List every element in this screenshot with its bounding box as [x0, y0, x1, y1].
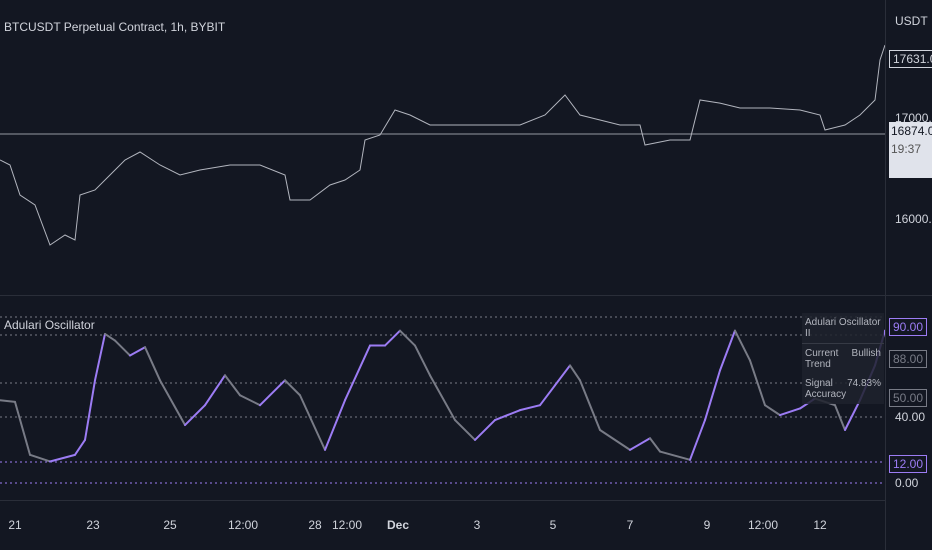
time-tick: 12 — [813, 518, 827, 532]
oscillator-segment — [204, 374, 226, 407]
oscillator-segment — [29, 453, 51, 463]
time-tick: 12:00 — [747, 518, 779, 532]
price-series — [0, 44, 885, 246]
oscillator-segment — [94, 332, 106, 382]
oscillator-segment — [184, 404, 206, 427]
time-tick: 25 — [163, 518, 177, 532]
chart-canvas[interactable] — [0, 0, 885, 500]
time-axis-border — [0, 500, 885, 501]
oscillator-segment — [414, 344, 431, 377]
time-tick: 23 — [86, 518, 100, 532]
time-tick: 3 — [473, 518, 481, 532]
oscillator-segment — [649, 437, 661, 453]
time-tick: 28 — [308, 518, 322, 532]
oscillator-segment — [324, 399, 346, 451]
oscillator-segment — [689, 419, 706, 461]
trend-value: Bullish — [851, 348, 881, 359]
time-tick: 7 — [626, 518, 634, 532]
oscillator-segment — [719, 329, 736, 372]
oscillator-segment — [144, 346, 161, 382]
oscillator-segment — [344, 344, 371, 402]
oscillator-segment — [494, 409, 521, 422]
time-tick: 21 — [8, 518, 22, 532]
oscillator-segment — [299, 394, 326, 451]
trend-label: Current Trend — [805, 348, 839, 370]
info-table: Adulari Oscillator II Current Trend Bulli… — [802, 313, 884, 404]
oscillator-segment — [474, 419, 496, 441]
oscillator-segment — [84, 379, 96, 441]
tick-16000: 16000.0 — [895, 212, 932, 226]
oscillator-series — [0, 329, 885, 463]
table-title: Adulari Oscillator II — [802, 313, 884, 344]
oscillator-segment — [834, 404, 846, 432]
oscillator-segment — [454, 419, 476, 441]
level-88-label: 88.00 — [889, 350, 928, 368]
oscillator-segment — [159, 379, 186, 427]
symbol-title[interactable]: BTCUSDT Perpetual Contract, 1h, BYBIT — [4, 20, 225, 34]
level-50-label: 50.00 — [889, 389, 928, 407]
time-tick: 12:00 — [227, 518, 259, 532]
oscillator-segment — [0, 399, 16, 403]
level-40-label: 40.00 — [895, 410, 926, 424]
oscillator-segment — [239, 394, 261, 407]
oscillator-segment — [49, 453, 76, 463]
trend-row: Current Trend Bullish — [802, 344, 884, 374]
oscillator-segment — [599, 429, 631, 451]
oscillator-segment — [519, 404, 541, 412]
level-12-label: 12.00 — [889, 455, 928, 473]
last-price-label: 17631.0 — [889, 50, 932, 68]
oscillator-segment — [224, 374, 241, 397]
oscillator-segment — [779, 407, 801, 417]
crosshair-price-badge: 16874.0 19:37 — [889, 122, 932, 178]
countdown: 19:37 — [891, 142, 922, 156]
oscillator-segment — [259, 379, 286, 407]
oscillator-segment — [129, 346, 146, 357]
time-tick: 9 — [703, 518, 711, 532]
accuracy-label: Signal Accuracy — [805, 378, 847, 400]
oscillator-segment — [704, 369, 721, 422]
oscillator-segment — [284, 379, 301, 397]
oscillator-segment — [14, 400, 31, 456]
oscillator-segment — [844, 399, 861, 432]
oscillator-segment — [579, 379, 601, 432]
crosshair-price: 16874.0 — [891, 124, 932, 138]
time-tick: 12:00 — [331, 518, 363, 532]
oscillator-segment — [659, 450, 691, 461]
oscillator-segment — [384, 329, 401, 347]
oscillator-segment — [554, 364, 571, 387]
oscillator-segment — [734, 329, 751, 362]
oscillator-segment — [74, 438, 86, 456]
currency-label: USDT — [895, 14, 928, 28]
oscillator-segment — [539, 384, 556, 407]
oscillator-segment — [629, 437, 651, 451]
level-90-label: 90.00 — [889, 318, 928, 336]
oscillator-segment — [399, 329, 416, 347]
oscillator-segment — [749, 359, 766, 407]
indicator-title[interactable]: Adulari Oscillator — [4, 318, 95, 332]
level-0-label: 0.00 — [895, 476, 919, 490]
oscillator-segment — [429, 374, 456, 422]
accuracy-row: Signal Accuracy 74.83% — [802, 374, 884, 404]
oscillator-segment — [114, 339, 131, 357]
oscillator-levels — [0, 316, 885, 484]
time-tick: Dec — [386, 518, 410, 532]
pane-separator[interactable] — [0, 295, 932, 296]
oscillator-segment — [569, 364, 581, 382]
oscillator-segment — [764, 404, 781, 417]
accuracy-value: 74.83% — [847, 378, 881, 389]
time-tick: 5 — [549, 518, 557, 532]
